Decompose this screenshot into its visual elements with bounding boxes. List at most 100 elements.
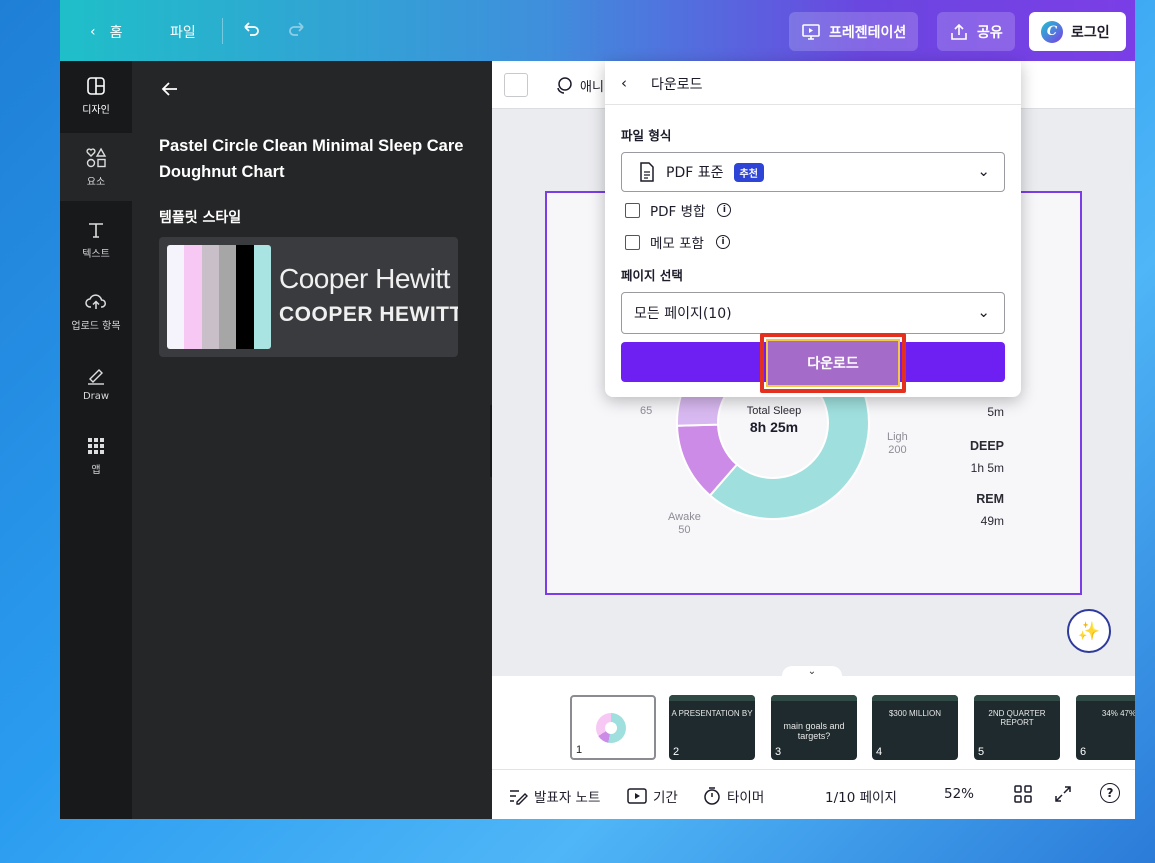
present-button[interactable]: 프레젠테이션	[789, 12, 919, 51]
merge-pdf-checkbox[interactable]	[625, 202, 640, 218]
draw-icon	[85, 365, 107, 387]
page-select-dropdown[interactable]: 모든 페이지(10) ⌄	[621, 292, 1005, 334]
undo-icon	[244, 22, 259, 36]
template-style-heading: 템플릿 스타일	[159, 210, 242, 226]
recommended-badge: 추천	[733, 162, 764, 182]
page-thumbnail[interactable]: A PRESENTATION BY 2	[669, 695, 755, 760]
upload-icon	[85, 291, 107, 313]
page-thumbnail[interactable]: 1	[570, 695, 656, 760]
bottom-bar: 발표자 노트 기간 타이머 1/10 페이지 52% ?	[492, 769, 1135, 819]
file-type-value: PDF 표준	[666, 165, 724, 181]
legend-rem: REM 49m	[976, 488, 1004, 532]
thumbnail-text: 2ND QUARTER REPORT	[988, 709, 1046, 727]
undo-button[interactable]	[240, 18, 262, 40]
chevron-down-icon: ⌄	[977, 162, 990, 180]
rail-item-uploads[interactable]: 업로드 항목	[60, 277, 132, 345]
back-button[interactable]	[160, 79, 182, 101]
page-thumbnail[interactable]: main goals and targets? 3	[771, 695, 857, 760]
segment-label-light-value: 200	[888, 444, 907, 456]
file-type-label: 파일 형식	[621, 128, 672, 143]
segment-label-rem: 65	[640, 405, 652, 418]
grid-view-button[interactable]	[1014, 785, 1032, 803]
rail-item-design[interactable]: 디자인	[60, 61, 132, 129]
legend-deep: DEEP 1h 5m	[970, 435, 1004, 479]
animate-button[interactable]: 애니	[554, 75, 604, 95]
notes-icon	[510, 790, 528, 805]
color-palette	[167, 245, 271, 349]
home-button[interactable]: ‹ 홈	[90, 22, 123, 42]
thumbnail-text: A PRESENTATION BY	[671, 709, 753, 718]
download-submit-area[interactable]: 다운로드	[621, 333, 1005, 393]
apps-icon	[85, 435, 107, 457]
login-button[interactable]: C 로그인	[1029, 12, 1126, 51]
page-thumbnail[interactable]: $300 MILLION 4	[872, 695, 958, 760]
download-button[interactable]: 다운로드	[766, 339, 900, 387]
rail-item-elements[interactable]: 요소	[60, 133, 132, 201]
thumbnail-header-bar	[872, 695, 958, 701]
page-thumbnail[interactable]: 2ND QUARTER REPORT 5	[974, 695, 1060, 760]
zoom-level[interactable]: 52%	[944, 786, 974, 802]
stopwatch-icon	[704, 787, 720, 805]
expand-icon	[1055, 786, 1071, 802]
rail-item-apps[interactable]: 앱	[60, 421, 132, 489]
popover-header: ‹ 다운로드	[605, 61, 1021, 105]
segment-label-awake-value: 50	[678, 524, 691, 536]
present-label: 프레젠테이션	[829, 24, 907, 41]
share-button[interactable]: 공유	[937, 12, 1015, 51]
fullscreen-button[interactable]	[1054, 785, 1072, 803]
download-button-label: 다운로드	[807, 356, 859, 372]
popover-back-button[interactable]: ‹	[621, 74, 627, 92]
include-notes-option[interactable]: 메모 포함 i	[625, 232, 730, 252]
background-color-swatch[interactable]	[504, 73, 528, 97]
magic-assistant-button[interactable]: ✨	[1067, 609, 1111, 653]
text-icon	[85, 219, 107, 241]
merge-pdf-option[interactable]: PDF 병합 i	[625, 200, 732, 220]
thumbnail-text: $300 MILLION	[888, 709, 942, 718]
divider	[222, 18, 223, 44]
thumbnail-header-bar	[974, 695, 1060, 701]
popover-title: 다운로드	[651, 77, 703, 93]
rail-label: Draw	[82, 390, 110, 402]
file-menu-button[interactable]: 파일	[170, 22, 196, 42]
left-rail: 디자인 요소 텍스트 업로드 항목 Draw 앱	[60, 61, 132, 819]
help-button[interactable]: ?	[1100, 783, 1120, 803]
color-swatch	[201, 245, 219, 349]
center-label: Total Sleep	[746, 405, 802, 417]
info-icon[interactable]: i	[717, 203, 732, 217]
sparkle-icon: ✨	[1077, 620, 1101, 642]
speaker-notes-button[interactable]: 발표자 노트	[508, 786, 600, 806]
toggle-pages-button[interactable]: ⌄	[782, 666, 842, 680]
legend-title: DEEP	[969, 439, 1004, 453]
include-notes-checkbox[interactable]	[625, 234, 640, 250]
thumbnail-donut-preview	[596, 713, 626, 743]
chevron-down-icon: ⌄	[977, 303, 990, 321]
thumbnail-header-bar	[669, 695, 755, 701]
merge-pdf-label: PDF 병합	[650, 204, 706, 220]
chevron-down-icon: ⌄	[807, 666, 817, 677]
chevron-left-icon: ‹	[90, 24, 96, 40]
legend-light: 5m	[987, 405, 1004, 419]
file-type-select[interactable]: PDF 표준 추천 ⌄	[621, 152, 1005, 192]
redo-button[interactable]	[286, 18, 308, 40]
rail-item-draw[interactable]: Draw	[60, 349, 132, 417]
thumbnail-text: main goals and targets?	[783, 721, 845, 741]
info-icon[interactable]: i	[715, 235, 730, 249]
help-icon: ?	[1100, 783, 1120, 803]
file-label: 파일	[170, 25, 196, 41]
timer-button[interactable]: 타이머	[703, 786, 764, 806]
page-thumbnail[interactable]: 34% 47% 6	[1076, 695, 1135, 760]
redo-icon	[289, 22, 304, 36]
color-swatch	[167, 245, 185, 349]
rail-item-text[interactable]: 텍스트	[60, 205, 132, 273]
rail-label: 업로드 항목	[71, 320, 121, 332]
share-label: 공유	[977, 24, 1003, 41]
thumbnail-number: 2	[673, 746, 680, 758]
thumbnail-header-bar	[1076, 695, 1135, 701]
duration-button[interactable]: 기간	[627, 786, 678, 806]
rail-label: 디자인	[82, 104, 110, 116]
template-style-card[interactable]: Cooper Hewitt COOPER HEWITT	[159, 237, 458, 357]
legend-value: 1h 5m	[970, 461, 1004, 475]
thumbnail-number: 3	[775, 746, 782, 758]
center-value: 8h 25m	[749, 419, 799, 435]
page-indicator[interactable]: 1/10 페이지	[825, 786, 897, 806]
